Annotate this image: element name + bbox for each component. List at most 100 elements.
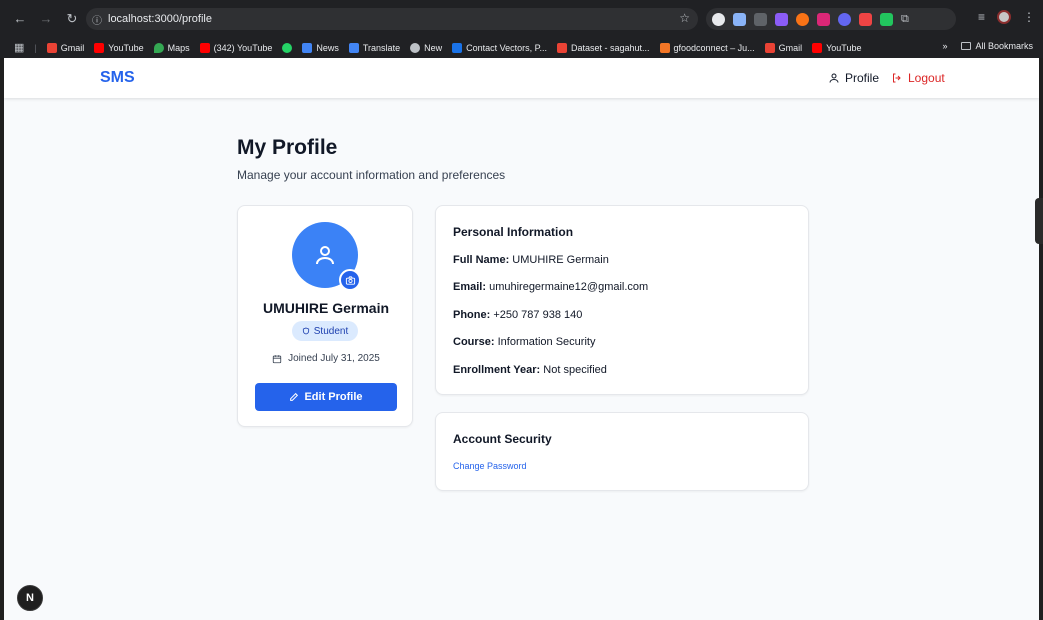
bookmark-item[interactable]: (342) YouTube bbox=[199, 42, 273, 53]
account-security-title: Account Security bbox=[453, 432, 552, 446]
back-icon[interactable]: ← bbox=[8, 7, 32, 31]
field-label: Email: bbox=[453, 281, 487, 293]
url-text: localhost:3000/profile bbox=[108, 13, 212, 25]
bookmark-label: Translate bbox=[362, 42, 401, 53]
bookmark-label: Gmail bbox=[778, 42, 803, 53]
apps-grid-icon[interactable]: ▦ bbox=[14, 41, 24, 54]
bookmark-label: Dataset - sagahut... bbox=[570, 42, 650, 53]
joined-date: Joined July 31, 2025 bbox=[238, 353, 414, 364]
extensions-puzzle-icon[interactable]: ⧉ bbox=[901, 13, 909, 26]
field-value: umuhiregermaine12@gmail.com bbox=[489, 281, 649, 293]
youtube-icon bbox=[812, 42, 823, 53]
all-bookmarks-button[interactable]: All Bookmarks bbox=[961, 41, 1033, 51]
extension-icon[interactable] bbox=[733, 12, 746, 26]
freepik-icon bbox=[452, 42, 463, 53]
calendar-icon bbox=[272, 354, 282, 363]
extension-icon[interactable] bbox=[754, 12, 767, 26]
nav-profile-label: Profile bbox=[845, 71, 880, 85]
more-bookmarks-button[interactable]: » bbox=[942, 41, 947, 51]
bookmark-item[interactable]: YouTube bbox=[812, 42, 862, 53]
bookmark-item[interactable]: Dataset - sagahut... bbox=[556, 42, 650, 53]
extension-icon[interactable] bbox=[859, 12, 872, 26]
browser-toolbar: ← → ↻ ⓘ localhost:3000/profile ☆ ⧉ ≡ ⋮ bbox=[0, 0, 1043, 37]
edit-profile-button[interactable]: Edit Profile bbox=[255, 383, 397, 411]
nav-logout-label: Logout bbox=[908, 71, 945, 85]
browser-menu-icon[interactable]: ⋮ bbox=[1023, 10, 1035, 24]
user-icon bbox=[316, 246, 334, 265]
bookmark-star-icon[interactable]: ☆ bbox=[679, 11, 690, 25]
field-label: Phone: bbox=[453, 309, 491, 321]
bookmark-item[interactable] bbox=[282, 42, 293, 53]
extension-icon[interactable] bbox=[838, 12, 851, 26]
change-photo-button[interactable] bbox=[339, 269, 361, 291]
news-icon bbox=[302, 42, 313, 53]
whatsapp-icon bbox=[282, 42, 293, 53]
bookmark-label: Maps bbox=[167, 42, 190, 53]
app-logo[interactable]: SMS bbox=[100, 69, 135, 87]
side-panel-handle[interactable] bbox=[1035, 198, 1043, 244]
extension-icon[interactable] bbox=[712, 12, 725, 26]
info-row-email: Email: umuhiregermaine12@gmail.com bbox=[453, 281, 648, 293]
reload-icon[interactable]: ↻ bbox=[60, 7, 84, 31]
bookmark-item[interactable]: Gmail bbox=[46, 42, 84, 53]
bookmark-item[interactable]: YouTube bbox=[94, 42, 144, 53]
page-title: My Profile bbox=[237, 136, 338, 159]
page-content: SMS Profile Logout My Profile Manage you… bbox=[4, 58, 1039, 620]
bookmark-item[interactable]: Contact Vectors, P... bbox=[452, 42, 547, 53]
user-icon bbox=[829, 73, 839, 83]
info-row-enrollment-year: Enrollment Year: Not specified bbox=[453, 364, 607, 376]
info-row-course: Course: Information Security bbox=[453, 336, 595, 348]
jupyter-icon bbox=[659, 42, 670, 53]
account-security-card: Account Security Change Password bbox=[435, 412, 809, 491]
field-value: +250 787 938 140 bbox=[493, 309, 583, 321]
address-bar[interactable]: ⓘ localhost:3000/profile ☆ bbox=[86, 8, 698, 30]
edit-profile-label: Edit Profile bbox=[304, 391, 363, 403]
nav-profile-link[interactable]: Profile bbox=[828, 71, 879, 85]
info-row-full-name: Full Name: UMUHIRE Germain bbox=[453, 254, 609, 266]
app-header: SMS Profile Logout bbox=[4, 58, 1039, 98]
camera-icon bbox=[345, 275, 355, 285]
extension-icon[interactable] bbox=[775, 12, 788, 26]
bookmark-item[interactable]: New bbox=[410, 42, 442, 53]
youtube-icon bbox=[94, 42, 105, 53]
site-info-icon[interactable]: ⓘ bbox=[92, 12, 102, 27]
bookmark-label: YouTube bbox=[826, 42, 862, 53]
bookmark-label: Contact Vectors, P... bbox=[466, 42, 547, 53]
bookmark-item[interactable]: Translate bbox=[348, 42, 401, 53]
profile-summary-card: UMUHIRE Germain Student Joined July 31, … bbox=[237, 205, 413, 427]
browser-profile-avatar[interactable] bbox=[997, 10, 1011, 24]
bookmark-label: gfoodconnect – Ju... bbox=[673, 42, 755, 53]
field-label: Course: bbox=[453, 336, 495, 348]
extension-icon[interactable] bbox=[880, 12, 893, 26]
bookmarks-bar: ▦ | Gmail YouTube Maps (342) YouTube New… bbox=[0, 37, 1043, 58]
field-label: Enrollment Year: bbox=[453, 364, 541, 376]
personal-info-title: Personal Information bbox=[453, 225, 574, 239]
user-name: UMUHIRE Germain bbox=[262, 300, 390, 316]
forward-icon[interactable]: → bbox=[34, 7, 58, 31]
extension-icon[interactable] bbox=[817, 12, 830, 26]
all-bookmarks-label: All Bookmarks bbox=[975, 41, 1033, 51]
role-badge: Student bbox=[292, 321, 358, 341]
role-label: Student bbox=[313, 325, 349, 337]
field-value: Not specified bbox=[543, 364, 607, 376]
page-subtitle: Manage your account information and pref… bbox=[237, 168, 506, 182]
browser-window: ← → ↻ ⓘ localhost:3000/profile ☆ ⧉ ≡ ⋮ ▦ bbox=[0, 0, 1043, 620]
gmail-icon bbox=[556, 42, 567, 53]
info-row-phone: Phone: +250 787 938 140 bbox=[453, 309, 582, 321]
reading-list-icon[interactable]: ≡ bbox=[978, 10, 985, 24]
bookmark-item[interactable]: Gmail bbox=[764, 42, 803, 53]
nextjs-dev-badge[interactable]: N bbox=[17, 585, 43, 611]
change-password-link[interactable]: Change Password bbox=[453, 461, 527, 471]
bookmark-label: YouTube bbox=[108, 42, 144, 53]
bookmark-item[interactable]: Maps bbox=[153, 42, 190, 53]
nav-logout-button[interactable]: Logout bbox=[891, 71, 945, 85]
extension-icon[interactable] bbox=[796, 12, 809, 26]
bookmark-item[interactable]: gfoodconnect – Ju... bbox=[659, 42, 755, 53]
translate-icon bbox=[348, 42, 359, 53]
bookmark-label: (342) YouTube bbox=[213, 42, 273, 53]
field-label: Full Name: bbox=[453, 254, 510, 266]
browser-right-icons: ≡ ⋮ bbox=[978, 10, 1035, 24]
folder-icon bbox=[961, 42, 972, 50]
pencil-icon bbox=[290, 392, 299, 401]
bookmark-item[interactable]: News bbox=[302, 42, 339, 53]
